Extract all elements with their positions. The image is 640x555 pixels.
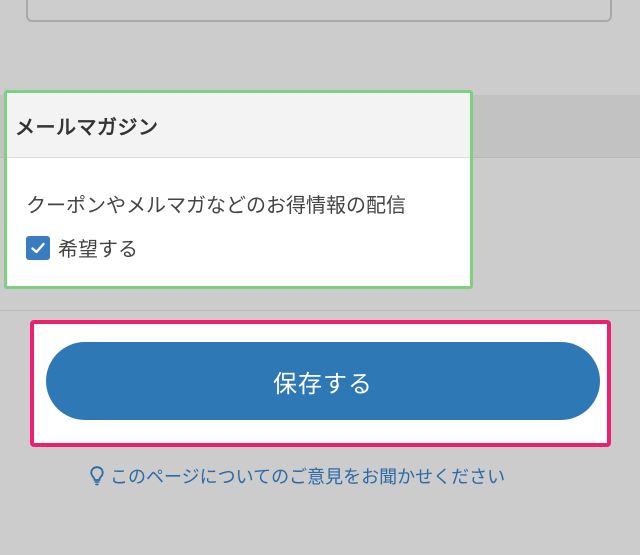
divider — [0, 310, 640, 311]
lightbulb-icon — [90, 466, 104, 486]
save-button-area: 保存する — [30, 320, 611, 447]
text-input-field[interactable] — [26, 0, 612, 22]
newsletter-description: クーポンやメルマガなどのお得情報の配信 — [26, 193, 406, 217]
newsletter-checkbox-label: 希望する — [58, 237, 138, 261]
newsletter-title: メールマガジン — [15, 114, 159, 139]
newsletter-checkbox[interactable] — [26, 235, 50, 260]
newsletter-header: メールマガジン — [7, 93, 470, 158]
feedback-link[interactable]: このページについてのご意見をお聞かせください — [90, 463, 505, 489]
feedback-link-text: このページについてのご意見をお聞かせください — [110, 467, 506, 488]
newsletter-section: メールマガジン クーポンやメルマガなどのお得情報の配信 希望する — [4, 90, 473, 289]
checkmark-icon — [31, 242, 45, 253]
newsletter-opt-in[interactable]: 希望する — [26, 233, 138, 262]
save-button[interactable]: 保存する — [46, 342, 600, 420]
